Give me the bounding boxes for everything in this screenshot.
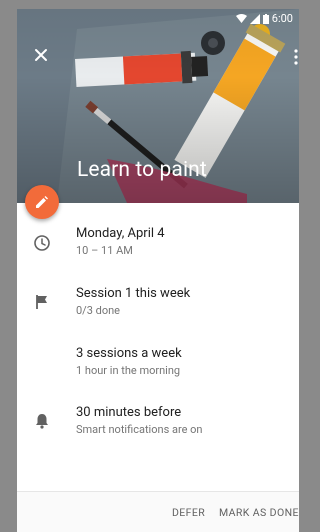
- mark-as-done-button[interactable]: MARK AS DONE: [219, 506, 299, 519]
- more-vert-icon: [294, 49, 298, 65]
- close-icon: [35, 49, 47, 61]
- pencil-icon: [36, 196, 48, 208]
- duration-text: 1 hour in the morning: [76, 364, 181, 377]
- schedule-date: Monday, April 4: [76, 226, 165, 241]
- status-time: 6:00: [271, 12, 293, 25]
- flag-icon: [36, 295, 47, 309]
- reminder-row[interactable]: 30 minutes before Smart notifications ar…: [17, 403, 299, 453]
- session-progress: Session 1 this week: [76, 286, 191, 301]
- defer-button[interactable]: DEFER: [172, 506, 205, 519]
- notification-status: Smart notifications are on: [76, 423, 203, 436]
- schedule-row[interactable]: Monday, April 4 10 – 11 AM: [17, 224, 299, 274]
- more-options-button[interactable]: [291, 47, 299, 67]
- frequency-text: 3 sessions a week: [76, 346, 182, 361]
- reminder-time: 30 minutes before: [76, 405, 182, 420]
- status-icons: 6:00: [235, 12, 293, 25]
- schedule-time: 10 – 11 AM: [76, 244, 133, 257]
- sessions-done: 0/3 done: [76, 304, 121, 317]
- progress-row[interactable]: Session 1 this week 0/3 done: [17, 284, 299, 334]
- wifi-icon: [235, 14, 247, 23]
- bell-icon: [36, 414, 48, 429]
- close-button[interactable]: [28, 42, 54, 68]
- edit-button[interactable]: [25, 185, 59, 219]
- goal-title: Learn to paint: [77, 158, 207, 182]
- battery-icon: [262, 13, 269, 24]
- signal-icon: [249, 13, 260, 24]
- hero-banner: 6:00 Learn to paint: [17, 9, 299, 203]
- frequency-row[interactable]: 3 sessions a week 1 hour in the morning: [17, 344, 299, 394]
- action-bar: DEFER MARK AS DONE: [17, 491, 299, 532]
- goal-detail-screen: 6:00 Learn to paint Monday, April 4 10 –…: [17, 9, 299, 532]
- clock-icon: [34, 235, 50, 251]
- status-bar: 6:00: [17, 9, 299, 29]
